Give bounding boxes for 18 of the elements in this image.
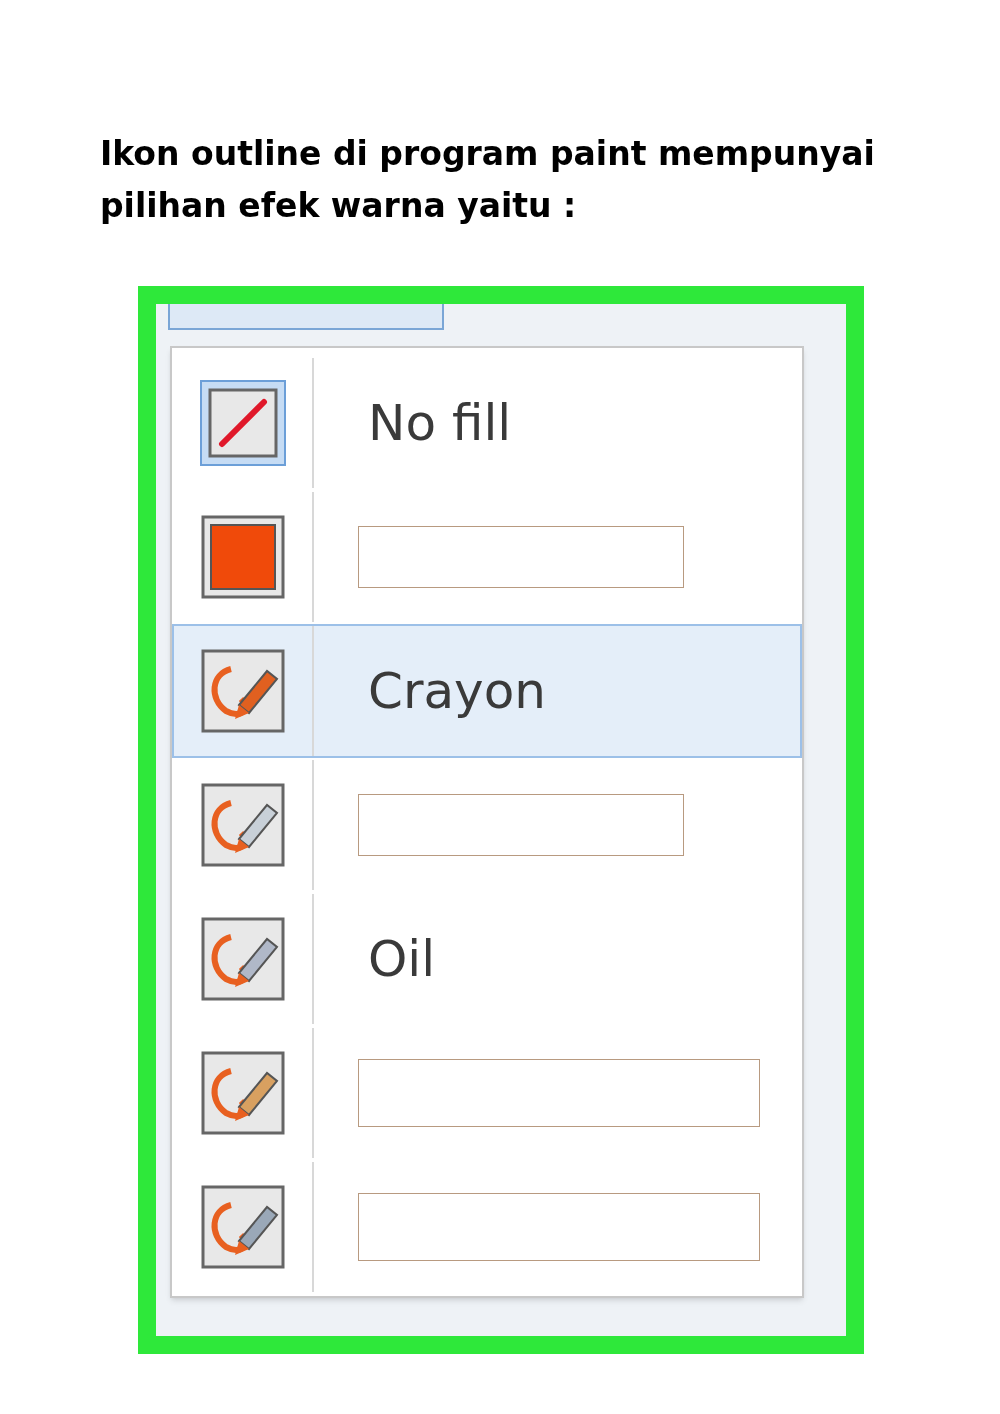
no-fill-icon <box>208 388 278 458</box>
brush-icon <box>201 1185 285 1269</box>
menu-item[interactable]: Crayon <box>172 624 802 758</box>
menu-item[interactable]: No fill <box>172 356 802 490</box>
brush-icon <box>201 649 285 733</box>
answer-field[interactable] <box>358 794 684 856</box>
answer-field[interactable] <box>358 1193 760 1261</box>
brush-icon <box>201 917 285 1001</box>
menu-label: Crayon <box>368 660 546 722</box>
menu-item[interactable]: Oil <box>172 892 802 1026</box>
brush-icon <box>201 1051 285 1135</box>
brush-icon <box>201 783 285 867</box>
menu-label: No fill <box>368 392 512 454</box>
answer-field[interactable] <box>358 1059 760 1127</box>
menu-label: Oil <box>368 928 436 990</box>
answer-field[interactable] <box>358 526 684 588</box>
solid-color-icon <box>201 515 285 599</box>
question-text: Ikon outline di program paint mempunyai pilihan efek warna yaitu : <box>100 133 876 227</box>
